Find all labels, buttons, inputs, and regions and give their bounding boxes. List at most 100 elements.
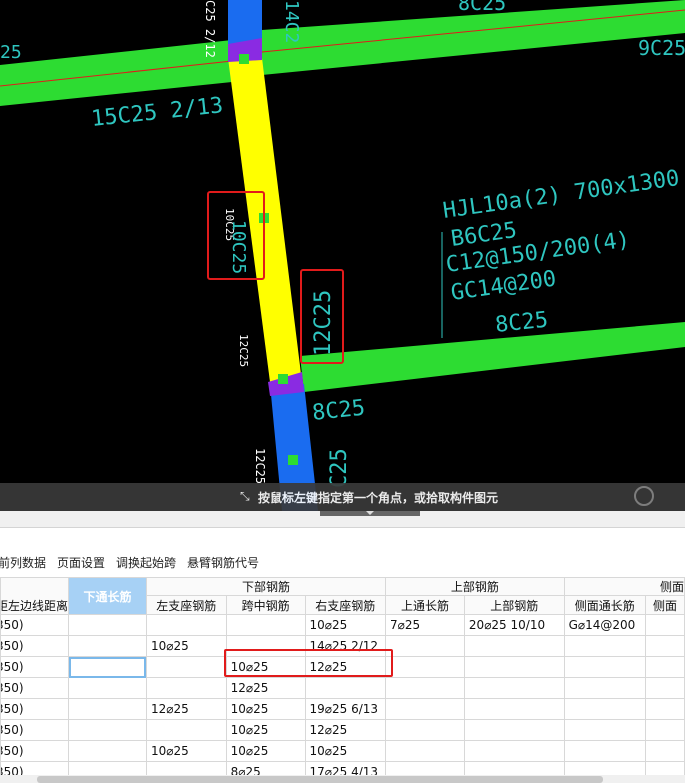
menu-item-cantilever-code[interactable]: 悬臂钢筋代号 <box>187 552 259 574</box>
grip-point-bottom[interactable] <box>288 455 298 465</box>
blue-column-top[interactable] <box>228 0 262 44</box>
menu-item-swap-start-span[interactable]: 调换起始跨 <box>116 552 176 574</box>
table-cell-ms[interactable]: 10⌀25 <box>225 698 306 720</box>
label-top-left-vertical: C25 2/12 <box>203 0 217 58</box>
table-cell-ls[interactable] <box>145 656 227 678</box>
table-cell-tb[interactable] <box>463 719 565 741</box>
table-cell-tb[interactable] <box>463 635 565 657</box>
horizontal-scrollbar-thumb[interactable] <box>37 776 603 783</box>
collapse-arrow-icon[interactable] <box>366 511 374 515</box>
table-cell-st[interactable] <box>563 656 646 678</box>
cad-drawing-canvas[interactable]: 25 C25 2/12 14C2 8C25 9C25 15C25 2/13 10… <box>0 0 685 511</box>
menu-item-column-data[interactable]: 前列数据 <box>0 552 46 574</box>
table-cell-rs[interactable]: 10⌀25 <box>304 614 387 636</box>
table-cell-bt[interactable] <box>68 740 147 762</box>
horizontal-scrollbar[interactable] <box>0 775 685 783</box>
table-cell-side-extra[interactable] <box>644 656 685 678</box>
table-cell-tt[interactable] <box>385 698 465 720</box>
grip-point-lower[interactable] <box>278 374 288 384</box>
header-bottom-through[interactable]: 下通长筋 <box>68 577 147 615</box>
table-cell-ms[interactable]: 10⌀25 <box>225 719 306 741</box>
label-column-lower: 12C25 <box>237 334 250 367</box>
header-right-support: 右支座钢筋 <box>304 595 387 615</box>
table-cell-dist[interactable]: 350) <box>0 635 70 657</box>
grip-point-top[interactable] <box>239 54 249 64</box>
table-cell-rs[interactable]: 19⌀25 6/13 <box>304 698 387 720</box>
table-cell-side-extra[interactable] <box>644 719 685 741</box>
table-cell-side-extra[interactable] <box>644 635 685 657</box>
table-row[interactable]: 350) 10⌀257⌀2520⌀25 10/10G⌀14@200 <box>0 614 685 636</box>
table-cell-rs[interactable]: 10⌀25 <box>304 740 387 762</box>
table-cell-bt[interactable] <box>68 719 147 741</box>
label-bottom-left: 12C25 <box>253 448 267 484</box>
table-cell-st[interactable] <box>563 740 646 762</box>
table-cell-ls[interactable] <box>145 677 227 699</box>
table-cell-dist[interactable]: 350) <box>0 698 70 720</box>
label-right-marked: 12C25 <box>311 290 336 356</box>
table-cell-tb[interactable]: 20⌀25 10/10 <box>463 614 565 636</box>
table-cell-tb[interactable] <box>463 656 565 678</box>
table-cell-dist[interactable]: 350) <box>0 719 70 741</box>
table-cell-ls[interactable]: 10⌀25 <box>145 740 227 762</box>
table-cell-ms[interactable] <box>225 614 306 636</box>
table-cell-st[interactable] <box>563 677 646 699</box>
table-cell-dist[interactable]: 350) <box>0 656 70 678</box>
table-cell-tb[interactable] <box>463 677 565 699</box>
command-status-bar: ⤡ 按鼠标左键指定第一个角点，或拾取构件图元 <box>0 483 685 511</box>
table-row[interactable]: 350) 12⌀25 <box>0 677 685 699</box>
label-top-right-top: 8C25 <box>458 0 506 15</box>
label-beam-title: HJL10a(2) 700x1300 <box>441 166 681 224</box>
table-cell-ls[interactable]: 10⌀25 <box>145 635 227 657</box>
table-cell-side-extra[interactable] <box>644 698 685 720</box>
table-cell-bt[interactable] <box>68 698 147 720</box>
table-cell-bt[interactable] <box>68 677 147 699</box>
table-cell-tt[interactable] <box>385 740 465 762</box>
table-cell-side-extra[interactable] <box>644 740 685 762</box>
header-side-extra: 侧面 <box>644 595 685 615</box>
label-lower-right: 8C25 <box>311 396 366 426</box>
table-cell-tt[interactable] <box>385 656 465 678</box>
power-icon[interactable] <box>634 486 654 506</box>
table-cell-tt[interactable] <box>385 677 465 699</box>
group-header-top: 上部钢筋 <box>385 577 565 596</box>
table-cell-tt[interactable]: 7⌀25 <box>385 614 465 636</box>
table-cell-rs[interactable]: 12⌀25 <box>304 719 387 741</box>
table-cell-ms[interactable]: 12⌀25 <box>225 677 306 699</box>
header-top-bar: 上部钢筋 <box>463 595 565 615</box>
table-row[interactable]: 350) 12⌀2510⌀2519⌀25 6/13 <box>0 698 685 720</box>
table-cell-side-extra[interactable] <box>644 677 685 699</box>
table-row[interactable]: 350) 10⌀2512⌀25 <box>0 719 685 741</box>
rebar-table: 距左边线距离 下通长筋 下部钢筋 上部钢筋 侧面 左支座钢筋 跨中钢筋 右支座钢… <box>0 577 685 777</box>
header-distance: 距左边线距离 <box>0 577 70 615</box>
table-cell-ls[interactable] <box>145 614 227 636</box>
header-side-through: 侧面通长筋 <box>563 595 646 615</box>
table-cell-tt[interactable] <box>385 719 465 741</box>
table-cell-rs[interactable] <box>304 677 387 699</box>
table-cell-bt[interactable] <box>68 635 147 657</box>
table-cell-ms[interactable]: 10⌀25 <box>225 740 306 762</box>
table-cell-tt[interactable] <box>385 635 465 657</box>
table-cell-bt[interactable] <box>68 656 147 678</box>
table-cell-dist[interactable]: 350) <box>0 740 70 762</box>
table-cell-ls[interactable]: 12⌀25 <box>145 698 227 720</box>
rebar-table-body: 350)10⌀257⌀2520⌀25 10/10G⌀14@200350)10⌀2… <box>0 614 685 777</box>
table-cell-st[interactable] <box>563 719 646 741</box>
green-beam-lower-right[interactable] <box>300 322 685 392</box>
table-cell-tb[interactable] <box>463 740 565 762</box>
cad-drawing-svg[interactable]: 25 C25 2/12 14C2 8C25 9C25 15C25 2/13 10… <box>0 0 685 511</box>
table-cell-side-extra[interactable] <box>644 614 685 636</box>
table-cell-st[interactable] <box>563 698 646 720</box>
menu-item-page-setup[interactable]: 页面设置 <box>57 552 105 574</box>
table-cell-st[interactable] <box>563 635 646 657</box>
panel-splitter[interactable] <box>0 511 685 528</box>
table-cell-dist[interactable]: 350) <box>0 614 70 636</box>
group-header-side: 侧面 <box>563 577 685 596</box>
table-cell-bt[interactable] <box>68 614 147 636</box>
table-cell-tb[interactable] <box>463 698 565 720</box>
table-cell-ls[interactable] <box>145 719 227 741</box>
table-toolbar: 前列数据 页面设置 调换起始跨 悬臂钢筋代号 <box>0 552 270 574</box>
table-cell-st[interactable]: G⌀14@200 <box>563 614 646 636</box>
table-cell-dist[interactable]: 350) <box>0 677 70 699</box>
table-row[interactable]: 350)10⌀2510⌀2510⌀25 <box>0 740 685 762</box>
header-mid-span: 跨中钢筋 <box>225 595 306 615</box>
